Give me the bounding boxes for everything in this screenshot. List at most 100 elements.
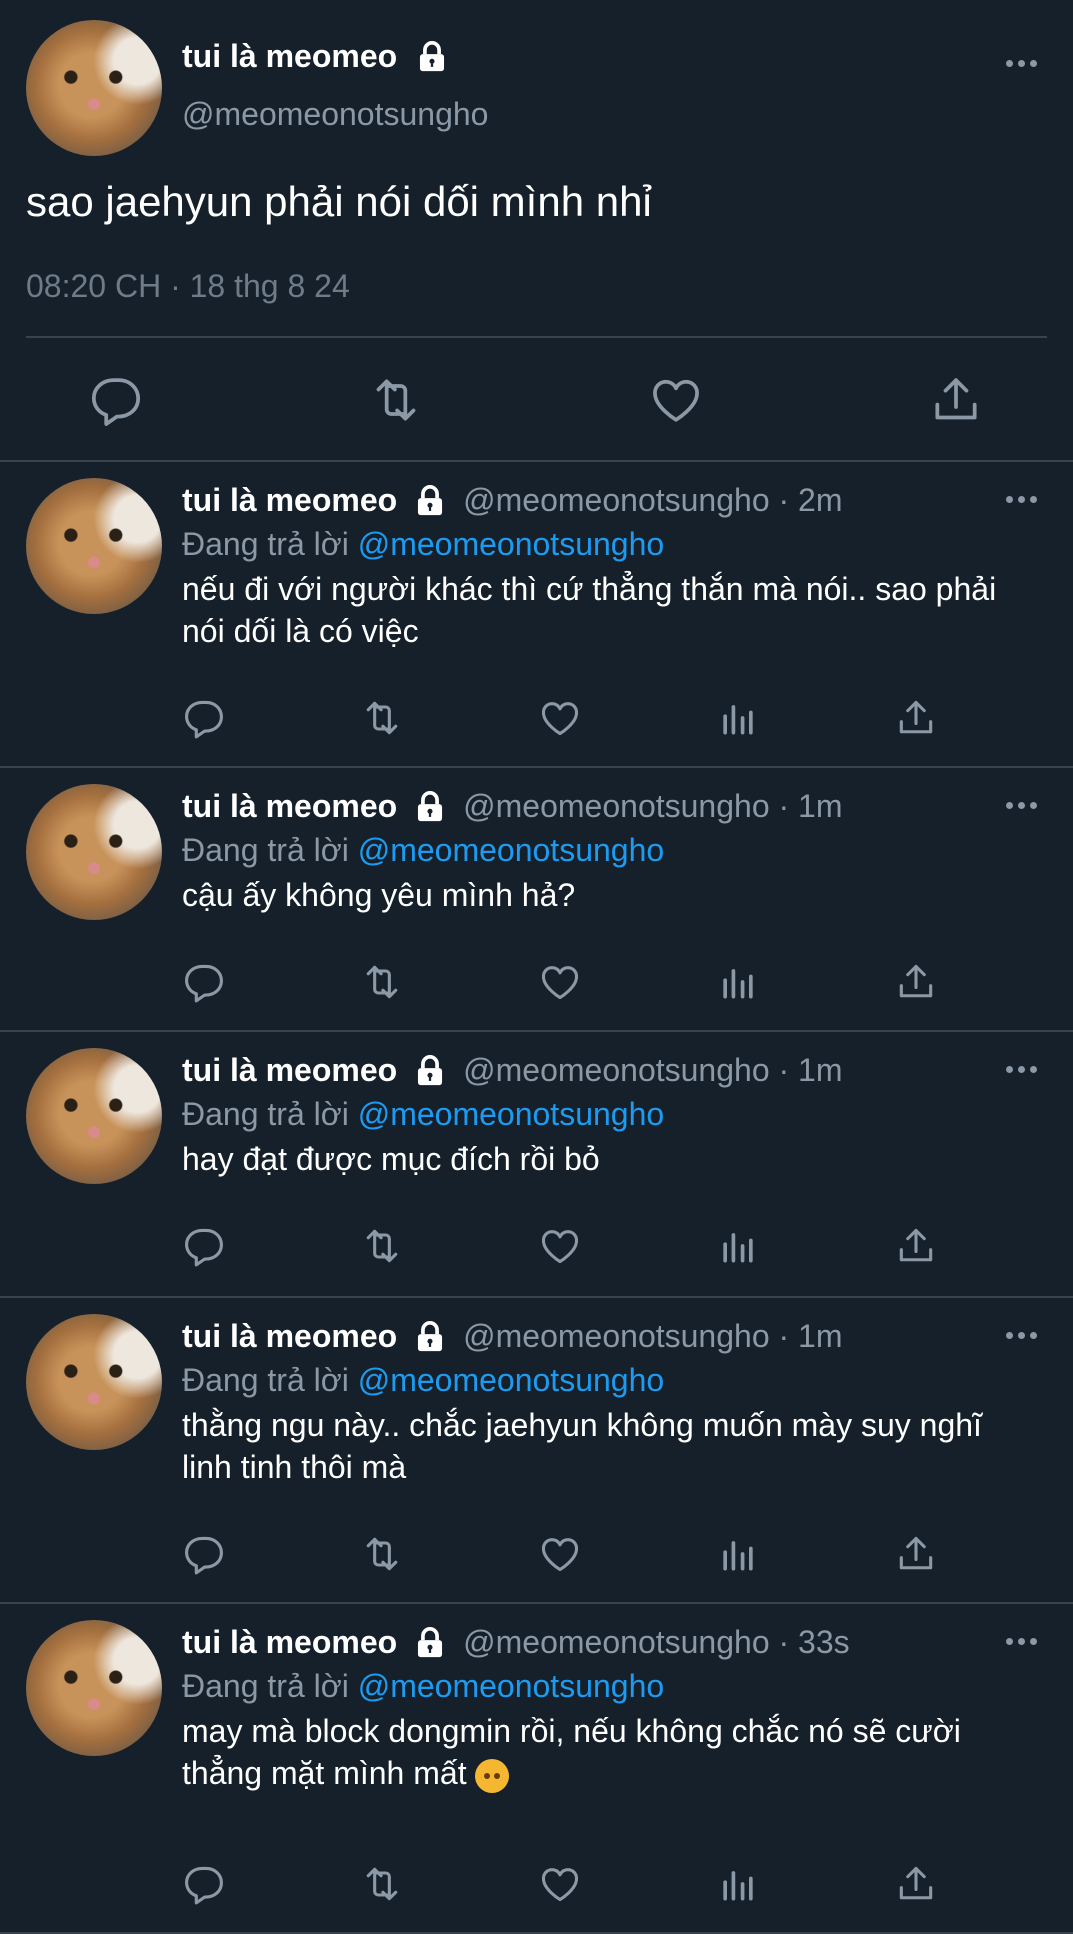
replying-to: Đang trả lời @meomeonotsungho: [182, 1096, 664, 1133]
heart-icon[interactable]: [538, 1224, 582, 1268]
retweet-icon[interactable]: [360, 1862, 404, 1906]
author-row: tui là meomeo: [182, 38, 449, 75]
reply-icon[interactable]: [182, 1532, 226, 1576]
more-icon[interactable]: [1006, 1638, 1037, 1645]
tweet-actions: [0, 372, 1073, 428]
lock-icon: [413, 1054, 447, 1088]
replying-to: Đang trả lời @meomeonotsungho: [182, 526, 664, 563]
replying-to: Đang trả lời @meomeonotsungho: [182, 832, 664, 869]
reply-meta[interactable]: @meomeonotsungho · 1m: [463, 788, 842, 825]
author-name[interactable]: tui là meomeo: [182, 1624, 397, 1661]
heart-icon[interactable]: [538, 1532, 582, 1576]
reply-tweet[interactable]: tui là meomeo @meomeonotsungho · 33s Đan…: [0, 1604, 1073, 1934]
reply-actions: [0, 1532, 1073, 1578]
reply-actions: [0, 696, 1073, 742]
share-icon[interactable]: [894, 1532, 938, 1576]
share-icon[interactable]: [894, 696, 938, 740]
reply-icon[interactable]: [182, 696, 226, 740]
reply-text-content: cậu ấy không yêu mình hả?: [182, 877, 576, 913]
reply-icon[interactable]: [182, 960, 226, 1004]
more-icon[interactable]: [1006, 802, 1037, 809]
reply-tweet[interactable]: tui là meomeo @meomeonotsungho · 1m Đang…: [0, 1032, 1073, 1298]
replying-to-handle[interactable]: @meomeonotsungho: [358, 1096, 664, 1132]
avatar[interactable]: [26, 1314, 162, 1450]
reply-header: tui là meomeo @meomeonotsungho · 33s: [182, 1624, 850, 1661]
reply-text: nếu đi với người khác thì cứ thẳng thắn …: [182, 568, 1032, 652]
share-icon[interactable]: [894, 1224, 938, 1268]
divider: [26, 336, 1047, 338]
author-handle[interactable]: @meomeonotsungho: [182, 96, 488, 133]
share-icon[interactable]: [928, 372, 984, 428]
angry-emoji-icon: [475, 1758, 510, 1793]
reply-text: may mà block dongmin rồi, nếu không chắc…: [182, 1710, 1032, 1794]
more-icon[interactable]: [1006, 60, 1037, 67]
retweet-icon[interactable]: [368, 372, 424, 428]
reply-meta[interactable]: @meomeonotsungho · 33s: [463, 1624, 849, 1661]
heart-icon[interactable]: [538, 960, 582, 1004]
replying-to-label: Đang trả lời: [182, 526, 349, 562]
replying-to-handle[interactable]: @meomeonotsungho: [358, 1362, 664, 1398]
replying-to-handle[interactable]: @meomeonotsungho: [358, 1668, 664, 1704]
replying-to: Đang trả lời @meomeonotsungho: [182, 1362, 664, 1399]
avatar[interactable]: [26, 1620, 162, 1756]
avatar[interactable]: [26, 478, 162, 614]
main-tweet: tui là meomeo @meomeonotsungho sao jaehy…: [0, 0, 1073, 462]
avatar[interactable]: [26, 784, 162, 920]
reply-tweet[interactable]: tui là meomeo @meomeonotsungho · 2m Đang…: [0, 462, 1073, 768]
author-name[interactable]: tui là meomeo: [182, 482, 397, 519]
reply-meta[interactable]: @meomeonotsungho · 1m: [463, 1318, 842, 1355]
lock-icon: [413, 484, 447, 518]
reply-actions: [0, 960, 1073, 1006]
heart-icon[interactable]: [538, 1862, 582, 1906]
replying-to-label: Đang trả lời: [182, 1362, 349, 1398]
lock-icon: [415, 40, 449, 74]
tweet-timestamp[interactable]: 08:20 CH · 18 thg 8 24: [26, 268, 350, 305]
retweet-icon[interactable]: [360, 696, 404, 740]
author-name[interactable]: tui là meomeo: [182, 1318, 397, 1355]
more-icon[interactable]: [1006, 1066, 1037, 1073]
replying-to: Đang trả lời @meomeonotsungho: [182, 1668, 664, 1705]
more-icon[interactable]: [1006, 496, 1037, 503]
replying-to-label: Đang trả lời: [182, 1096, 349, 1132]
reply-actions: [0, 1862, 1073, 1908]
more-icon[interactable]: [1006, 1332, 1037, 1339]
retweet-icon[interactable]: [360, 1224, 404, 1268]
analytics-icon[interactable]: [716, 1224, 760, 1268]
retweet-icon[interactable]: [360, 960, 404, 1004]
lock-icon: [413, 1320, 447, 1354]
replying-to-label: Đang trả lời: [182, 1668, 349, 1704]
reply-icon[interactable]: [182, 1862, 226, 1906]
author-name[interactable]: tui là meomeo: [182, 788, 397, 825]
reply-text-content: thằng ngu này.. chắc jaehyun không muốn …: [182, 1407, 982, 1485]
analytics-icon[interactable]: [716, 960, 760, 1004]
replying-to-handle[interactable]: @meomeonotsungho: [358, 832, 664, 868]
reply-meta[interactable]: @meomeonotsungho · 2m: [463, 482, 842, 519]
reply-tweet[interactable]: tui là meomeo @meomeonotsungho · 1m Đang…: [0, 1298, 1073, 1604]
author-name[interactable]: tui là meomeo: [182, 1052, 397, 1089]
reply-list: tui là meomeo @meomeonotsungho · 2m Đang…: [0, 462, 1073, 1934]
reply-header: tui là meomeo @meomeonotsungho · 2m: [182, 482, 843, 519]
reply-tweet[interactable]: tui là meomeo @meomeonotsungho · 1m Đang…: [0, 768, 1073, 1032]
reply-icon[interactable]: [182, 1224, 226, 1268]
analytics-icon[interactable]: [716, 1532, 760, 1576]
lock-icon: [413, 1626, 447, 1660]
author-name[interactable]: tui là meomeo: [182, 38, 397, 75]
lock-icon: [413, 790, 447, 824]
replying-to-handle[interactable]: @meomeonotsungho: [358, 526, 664, 562]
reply-actions: [0, 1224, 1073, 1270]
analytics-icon[interactable]: [716, 1862, 760, 1906]
reply-header: tui là meomeo @meomeonotsungho · 1m: [182, 1318, 843, 1355]
avatar[interactable]: [26, 20, 162, 156]
heart-icon[interactable]: [648, 372, 704, 428]
reply-meta[interactable]: @meomeonotsungho · 1m: [463, 1052, 842, 1089]
reply-text-content: nếu đi với người khác thì cứ thẳng thắn …: [182, 571, 997, 649]
retweet-icon[interactable]: [360, 1532, 404, 1576]
share-icon[interactable]: [894, 960, 938, 1004]
share-icon[interactable]: [894, 1862, 938, 1906]
reply-icon[interactable]: [88, 372, 144, 428]
reply-text-content: may mà block dongmin rồi, nếu không chắc…: [182, 1713, 961, 1791]
reply-header: tui là meomeo @meomeonotsungho · 1m: [182, 788, 843, 825]
avatar[interactable]: [26, 1048, 162, 1184]
analytics-icon[interactable]: [716, 696, 760, 740]
heart-icon[interactable]: [538, 696, 582, 740]
